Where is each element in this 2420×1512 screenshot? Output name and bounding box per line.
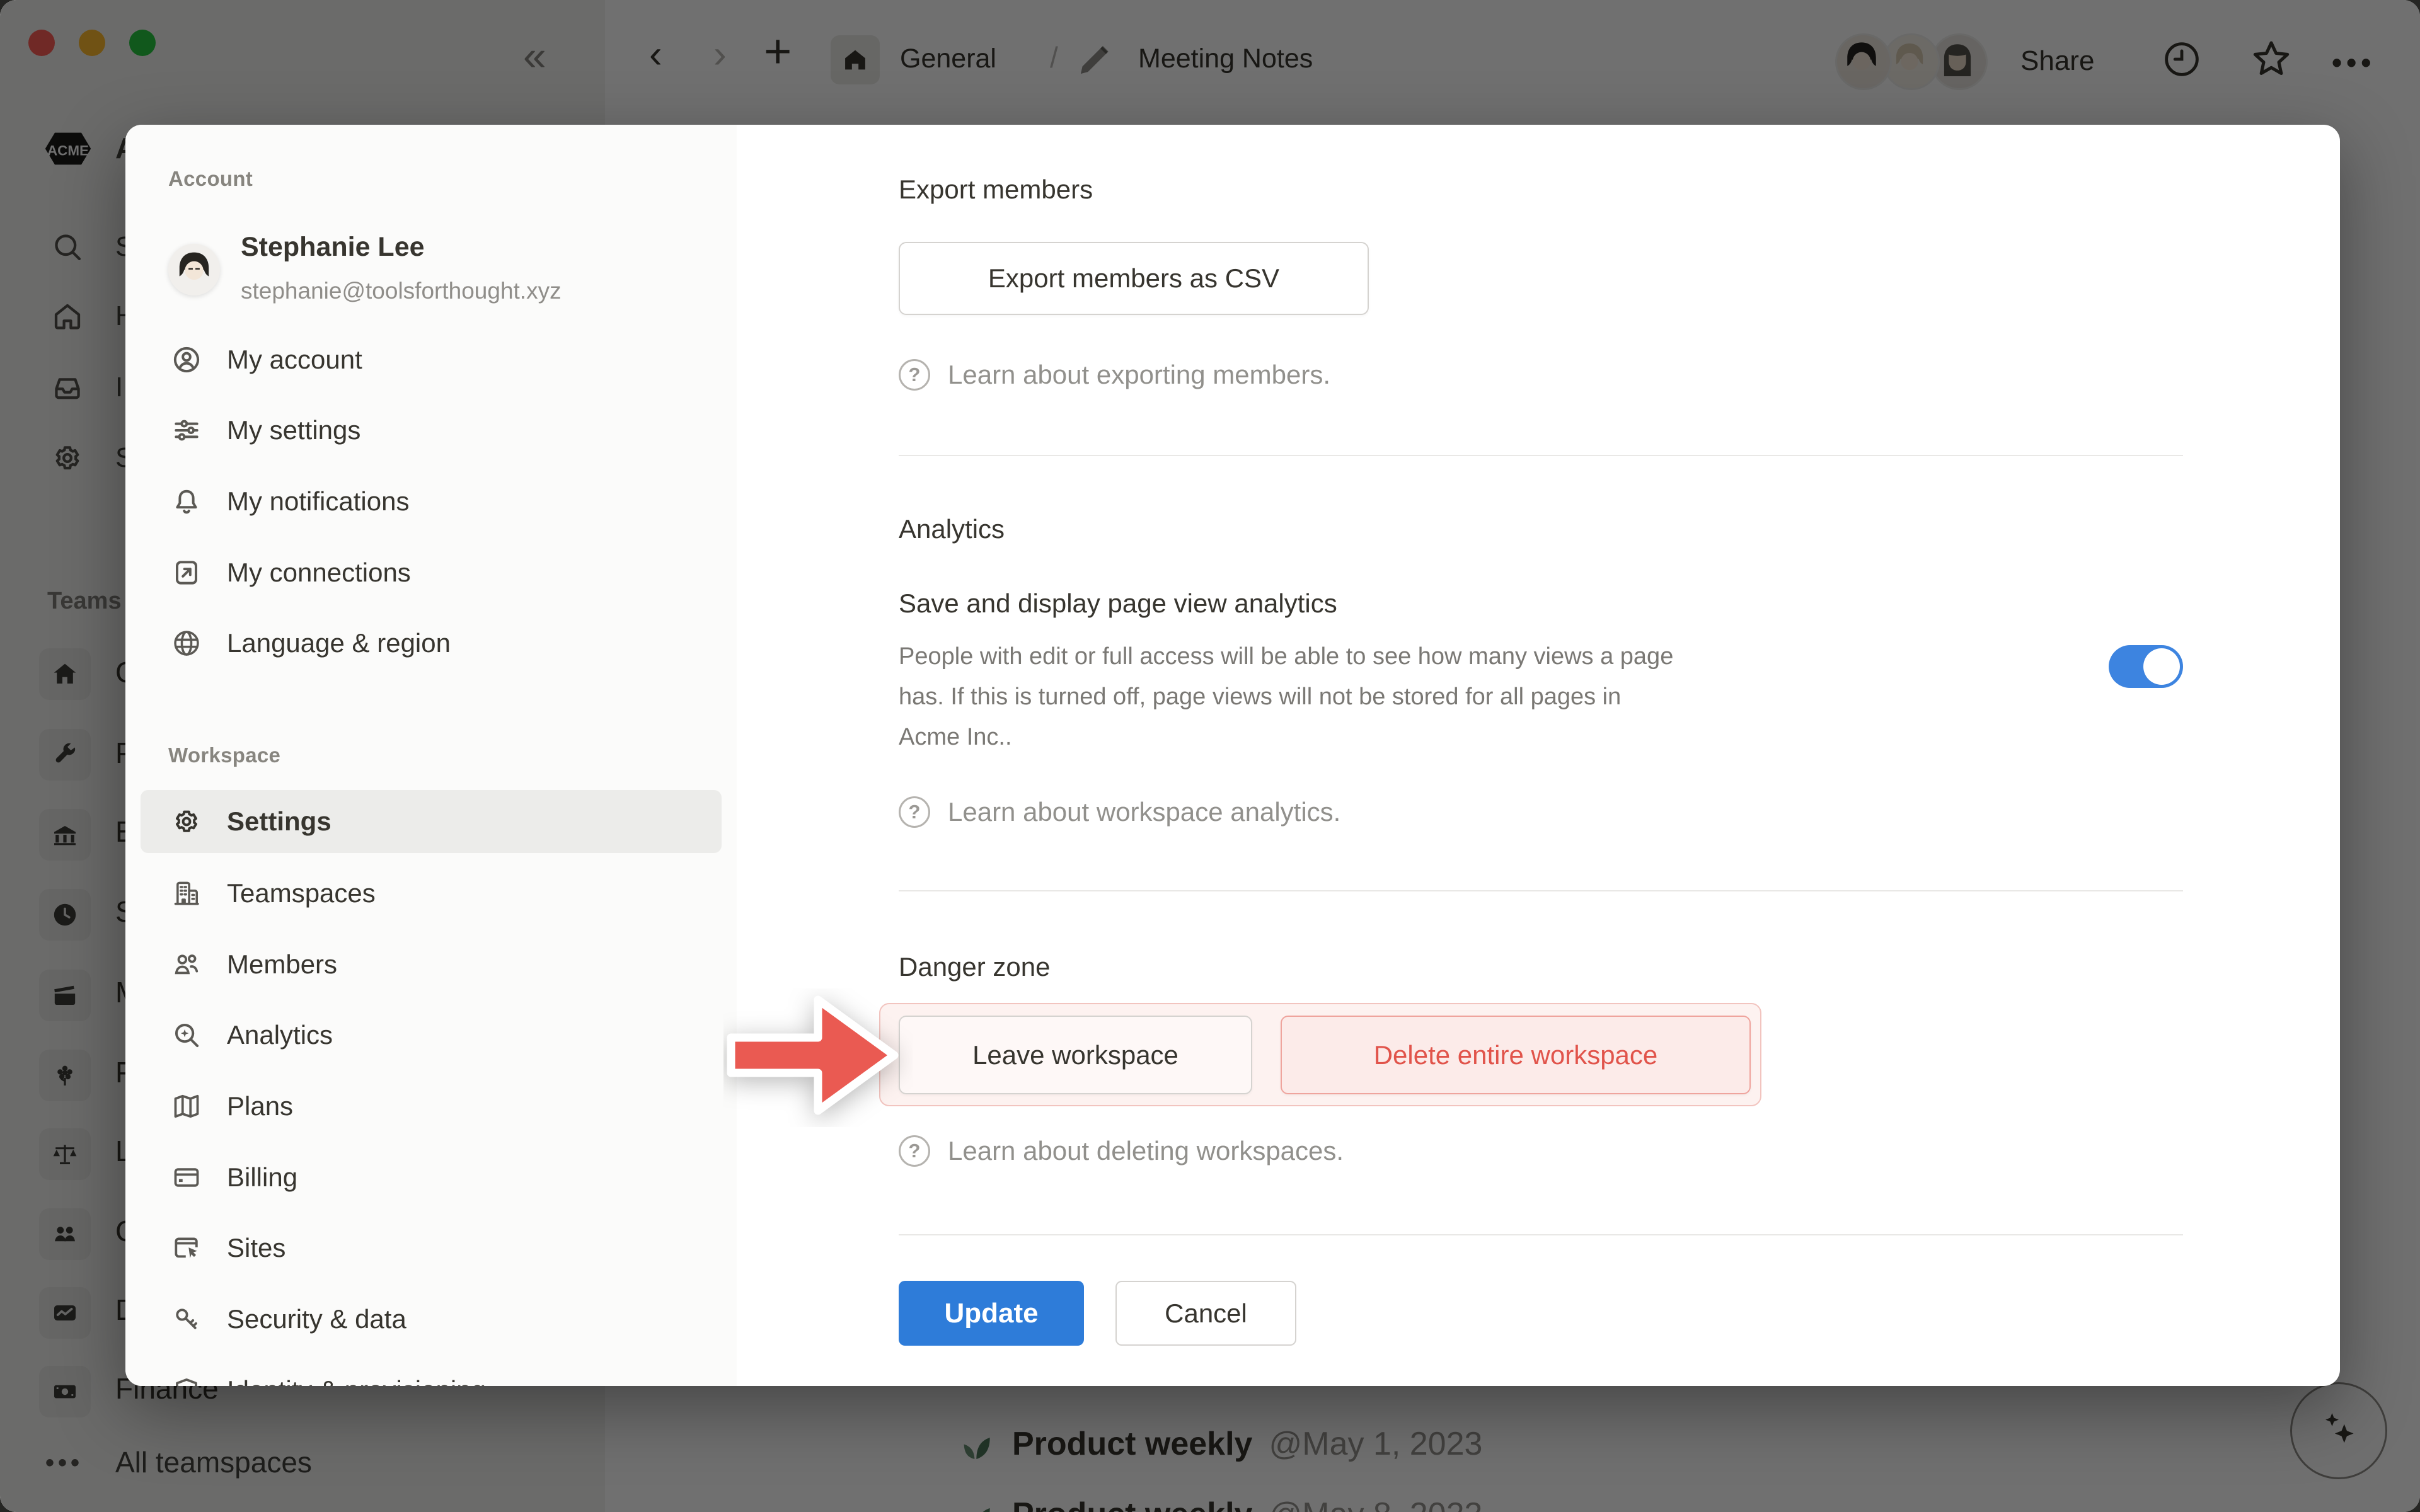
modal-sidebar-item-label: My account <box>227 345 362 375</box>
annotation-arrow-icon <box>723 988 913 1127</box>
section-divider <box>899 455 2183 456</box>
modal-sidebar-item-settings[interactable]: Settings <box>141 790 722 853</box>
help-link-label: Learn about workspace analytics. <box>948 797 1340 827</box>
analytics-heading: Analytics <box>899 513 1005 545</box>
question-circle-icon: ? <box>899 1135 930 1167</box>
shield-icon <box>169 1375 204 1386</box>
export-help-link[interactable]: ? Learn about exporting members. <box>899 359 1330 391</box>
danger-zone-heading: Danger zone <box>899 951 1051 983</box>
analytics-toggle[interactable] <box>2109 645 2183 688</box>
magnifier-sparkle-icon <box>169 1019 204 1051</box>
person-circle-icon <box>169 344 204 375</box>
export-members-heading: Export members <box>899 174 1093 205</box>
leave-workspace-button[interactable]: Leave workspace <box>899 1016 1252 1094</box>
modal-sidebar-item-my-account[interactable]: My account <box>141 327 722 392</box>
browser-cursor-icon <box>169 1232 204 1264</box>
section-divider <box>899 890 2183 891</box>
modal-sidebar-item-label: Settings <box>227 806 331 837</box>
modal-sidebar-item-plans[interactable]: Plans <box>141 1074 722 1139</box>
bell-icon <box>169 486 204 517</box>
modal-sidebar-item-members[interactable]: Members <box>141 932 722 997</box>
modal-sidebar-item-teamspaces[interactable]: Teamspaces <box>141 861 722 926</box>
settings-modal-sidebar: Account Stephanie Lee stephanie@toolsfor… <box>125 125 737 1386</box>
settings-modal: Account Stephanie Lee stephanie@toolsfor… <box>125 125 2340 1386</box>
modal-sidebar-item-my-connections[interactable]: My connections <box>141 540 722 605</box>
update-button[interactable]: Update <box>899 1281 1084 1346</box>
key-icon <box>169 1303 204 1335</box>
modal-sidebar-item-label: Members <box>227 949 337 980</box>
globe-icon <box>169 627 204 659</box>
modal-sidebar-item-label: Language & region <box>227 628 451 658</box>
user-email: stephanie@toolsforthought.xyz <box>241 278 562 304</box>
workspace-section-header: Workspace <box>168 743 280 767</box>
danger-help-link[interactable]: ? Learn about deleting workspaces. <box>899 1135 1344 1167</box>
user-avatar <box>168 244 220 295</box>
analytics-setting-description: People with edit or full access will be … <box>899 636 1844 757</box>
toggle-knob <box>2143 648 2180 685</box>
user-name: Stephanie Lee <box>241 232 425 263</box>
modal-sidebar-item-analytics[interactable]: Analytics <box>141 1002 722 1068</box>
modal-sidebar-item-security-data[interactable]: Security & data <box>141 1286 722 1352</box>
credit-card-icon <box>169 1162 204 1193</box>
cancel-button[interactable]: Cancel <box>1115 1281 1296 1346</box>
modal-sidebar-item-label: My settings <box>227 415 360 445</box>
question-circle-icon: ? <box>899 359 930 391</box>
modal-sidebar-item-my-settings[interactable]: My settings <box>141 398 722 463</box>
modal-sidebar-item-language-region[interactable]: Language & region <box>141 610 722 676</box>
modal-sidebar-item-label: Billing <box>227 1162 297 1193</box>
screenshot-root: « ‹ › + General / Meeting Notes Share <box>0 0 2420 1512</box>
arrow-out-box-icon <box>169 557 204 588</box>
modal-sidebar-item-label: Teamspaces <box>227 878 376 908</box>
modal-sidebar-item-label: Analytics <box>227 1020 333 1050</box>
sliders-icon <box>169 415 204 446</box>
delete-workspace-button[interactable]: Delete entire workspace <box>1281 1016 1751 1094</box>
modal-sidebar-item-label: Sites <box>227 1233 285 1263</box>
map-icon <box>169 1091 204 1122</box>
modal-sidebar-item-sites[interactable]: Sites <box>141 1215 722 1281</box>
modal-sidebar-item-identity-provisioning[interactable]: Identity & provisioning <box>141 1358 722 1386</box>
modal-sidebar-item-billing[interactable]: Billing <box>141 1145 722 1210</box>
analytics-setting-title: Save and display page view analytics <box>899 588 1337 619</box>
modal-sidebar-item-label: My connections <box>227 558 411 588</box>
modal-sidebar-item-label: My notifications <box>227 486 409 517</box>
export-members-csv-button[interactable]: Export members as CSV <box>899 242 1369 315</box>
modal-sidebar-item-my-notifications[interactable]: My notifications <box>141 469 722 534</box>
analytics-help-link[interactable]: ? Learn about workspace analytics. <box>899 796 1340 828</box>
building-icon <box>169 878 204 909</box>
modal-sidebar-item-label: Security & data <box>227 1304 406 1334</box>
question-circle-icon: ? <box>899 796 930 828</box>
account-section-header: Account <box>168 167 253 191</box>
people-icon <box>169 949 204 980</box>
app-window: « ‹ › + General / Meeting Notes Share <box>0 0 2420 1512</box>
modal-sidebar-item-label: Plans <box>227 1091 293 1121</box>
help-link-label: Learn about deleting workspaces. <box>948 1136 1344 1166</box>
section-divider <box>899 1234 2183 1235</box>
gear-icon <box>169 806 204 837</box>
modal-sidebar-item-label: Identity & provisioning <box>227 1375 486 1386</box>
help-link-label: Learn about exporting members. <box>948 360 1330 390</box>
